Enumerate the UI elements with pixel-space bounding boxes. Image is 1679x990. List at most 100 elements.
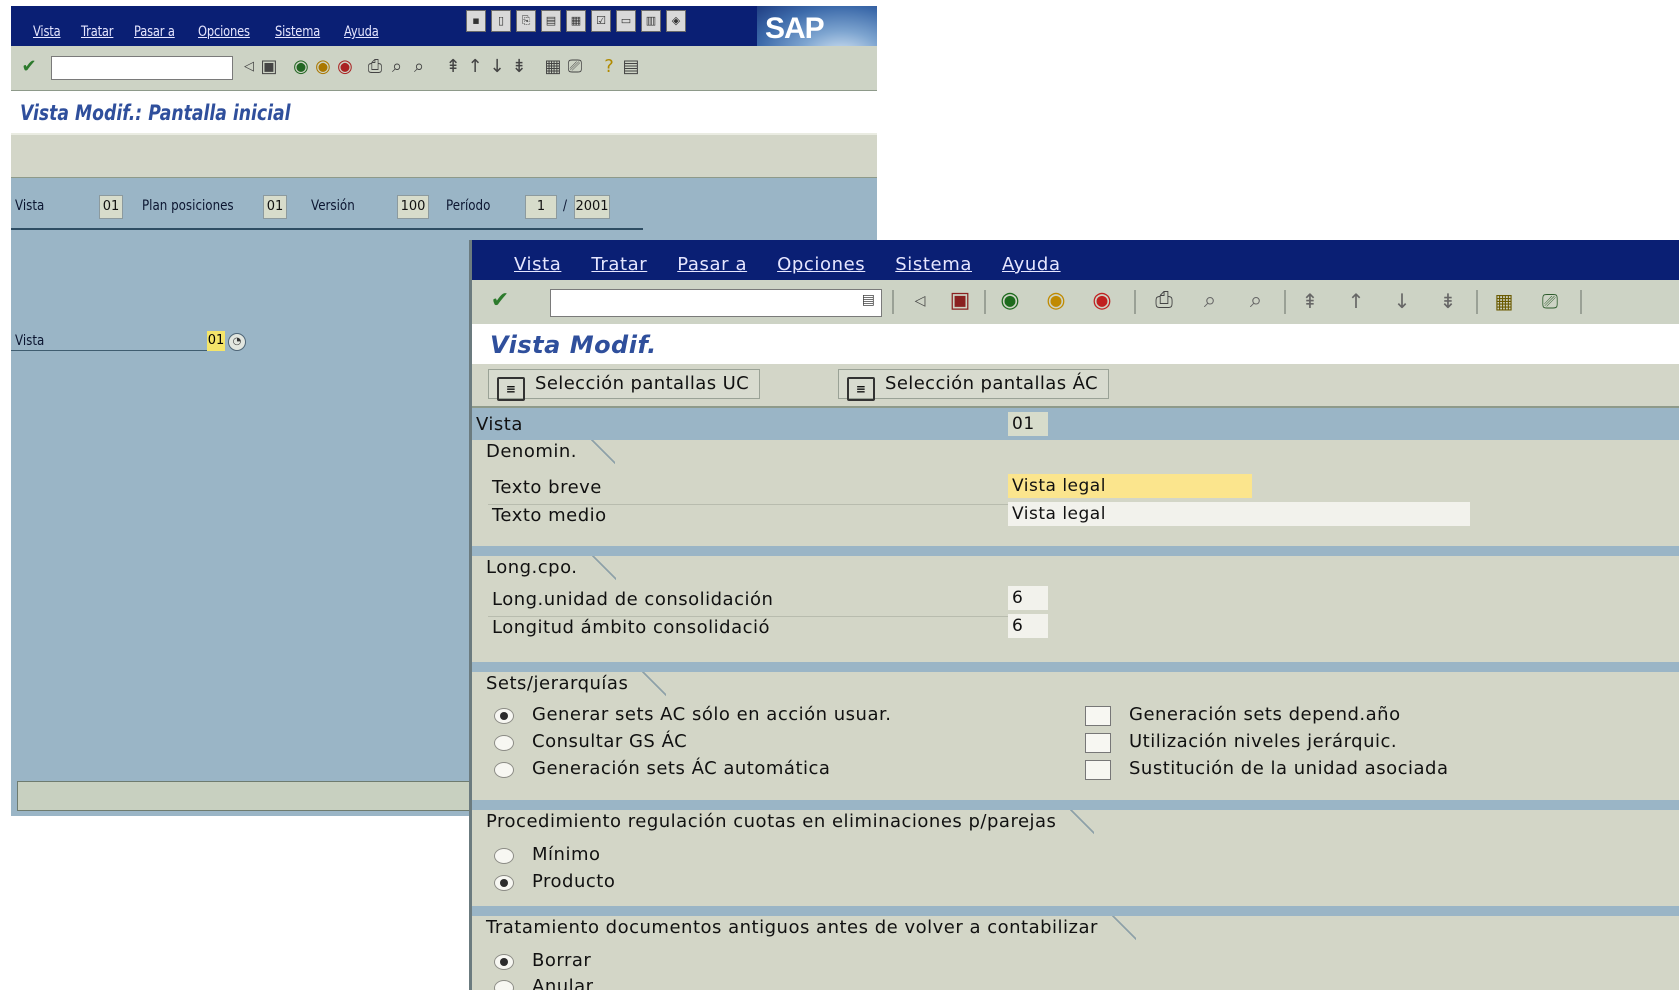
help-icon[interactable]: ? <box>597 55 621 79</box>
periodo-separator: / <box>563 198 568 214</box>
menu-sistema[interactable]: Sistema <box>275 24 320 40</box>
command-field[interactable]: ▤ <box>550 289 882 317</box>
procedimiento-group: Procedimiento regulación cuotas en elimi… <box>472 810 1679 906</box>
shortcut-icon[interactable]: ⎚ <box>1538 289 1562 313</box>
menu-pasar-a[interactable]: Pasar a <box>677 254 747 275</box>
page-title: Vista Modif.: Pantalla inicial <box>20 101 291 125</box>
texto-medio-input[interactable]: Vista legal <box>1008 502 1470 526</box>
check-icon[interactable]: ☑ <box>591 10 611 32</box>
menu-tratar[interactable]: Tratar <box>591 254 647 275</box>
checkbox-utilizacion-niveles[interactable] <box>1085 733 1111 753</box>
command-history-icon[interactable]: ▤ <box>862 292 875 308</box>
back-icon[interactable]: ◉ <box>289 55 313 79</box>
find-next-icon[interactable]: ⌕ <box>407 55 431 79</box>
find-icon[interactable]: ⌕ <box>385 55 409 79</box>
menu-ayuda[interactable]: Ayuda <box>1002 254 1061 275</box>
menu-ayuda[interactable]: Ayuda <box>344 24 379 40</box>
layout-icon[interactable]: ▤ <box>541 10 561 32</box>
save-icon[interactable]: ▣ <box>257 55 281 79</box>
vista-input[interactable]: 01 <box>207 331 225 351</box>
radio-minimo[interactable] <box>494 848 514 864</box>
report-icon[interactable]: ▥ <box>641 10 661 32</box>
next-page-icon[interactable]: ↓ <box>1390 289 1414 313</box>
search-help-icon[interactable]: ◔ <box>228 333 246 351</box>
menu-tratar[interactable]: Tratar <box>81 24 114 40</box>
layout-icon[interactable]: ▤ <box>619 55 643 79</box>
cancel-icon[interactable]: ◉ <box>1090 289 1114 313</box>
enter-icon[interactable]: ✔ <box>488 289 512 313</box>
first-page-icon[interactable]: ⇞ <box>441 55 465 79</box>
tratamiento-group: Tratamiento documentos antiguos antes de… <box>472 916 1679 990</box>
radio-generar-sets-ac-label: Generar sets AC sólo en acción usuar. <box>532 704 892 725</box>
menu-vista[interactable]: Vista <box>514 254 561 275</box>
print-icon[interactable]: ⎙ <box>363 55 387 79</box>
procedimiento-title: Procedimiento regulación cuotas en elimi… <box>476 810 1095 834</box>
toolbar-separator <box>1134 290 1136 314</box>
exit-icon[interactable]: ◉ <box>1044 289 1068 313</box>
first-page-icon[interactable]: ⇞ <box>1298 289 1322 313</box>
next-page-icon[interactable]: ↓ <box>485 55 509 79</box>
page-title: Vista Modif. <box>490 331 657 359</box>
texto-medio-label: Texto medio <box>492 505 607 526</box>
sets-jerarquias-group: Sets/jerarquías Generar sets AC sólo en … <box>472 672 1679 800</box>
radio-consultar-gs-ac[interactable] <box>494 735 514 751</box>
print-icon[interactable]: ⎙ <box>1152 289 1176 313</box>
checkbox-utilizacion-niveles-label: Utilización niveles jerárquic. <box>1129 731 1398 752</box>
save-icon[interactable]: ▣ <box>948 289 972 313</box>
star-icon[interactable]: ◈ <box>666 10 686 32</box>
last-page-icon[interactable]: ⇟ <box>507 55 531 79</box>
new-session-icon[interactable]: ▦ <box>1492 289 1516 313</box>
enter-icon[interactable]: ✔ <box>17 55 41 79</box>
radio-consultar-gs-ac-label: Consultar GS ÁC <box>532 731 688 752</box>
standard-toolbar: ✔ ◁ ▣ ◉ ◉ ◉ ⎙ ⌕ ⌕ ⇞ ↑ ↓ ⇟ ▦ ⎚ ? ▤ <box>11 46 877 91</box>
cancel-icon[interactable]: ◉ <box>333 55 357 79</box>
command-field[interactable] <box>51 56 233 80</box>
application-toolbar: ≡ Selección pantallas UC ≡ Selección panta… <box>472 364 1679 408</box>
last-page-icon[interactable]: ⇟ <box>1436 289 1460 313</box>
long-unidad-label: Long.unidad de consolidación <box>492 589 774 610</box>
back-arrow-icon[interactable]: ◁ <box>908 289 932 313</box>
menu-sistema[interactable]: Sistema <box>895 254 972 275</box>
checkbox-generacion-sets-depend-ano[interactable] <box>1085 706 1111 726</box>
texto-breve-input[interactable]: Vista legal <box>1008 474 1252 498</box>
shortcut-icon[interactable]: ⎚ <box>563 55 587 79</box>
texto-breve-label: Texto breve <box>492 477 602 498</box>
radio-anular[interactable] <box>494 980 514 990</box>
find-icon[interactable]: ⌕ <box>1198 289 1222 313</box>
shortcut-icon[interactable]: ⎘ <box>516 10 536 32</box>
radio-generar-sets-ac[interactable] <box>494 708 514 724</box>
prev-page-icon[interactable]: ↑ <box>463 55 487 79</box>
radio-anular-label: Anular <box>532 976 594 990</box>
toolbar-separator <box>1284 290 1286 314</box>
checkbox-sustitucion-unidad-label: Sustitución de la unidad asociada <box>1129 758 1449 779</box>
menu-opciones[interactable]: Opciones <box>777 254 865 275</box>
radio-borrar[interactable] <box>494 954 514 970</box>
version-label: Versión <box>311 198 355 214</box>
back-icon[interactable]: ◉ <box>998 289 1022 313</box>
long-cpo-group: Long.cpo. Long.unidad de consolidación 6… <box>472 556 1679 662</box>
denomin-title: Denomin. <box>476 440 616 464</box>
seleccion-pantallas-uc-button[interactable]: ≡ Selección pantallas UC <box>488 369 761 401</box>
grid-icon[interactable]: ▦ <box>566 10 586 32</box>
exit-icon[interactable]: ◉ <box>311 55 335 79</box>
checkbox-sustitucion-unidad[interactable] <box>1085 760 1111 780</box>
long-ambito-input[interactable]: 6 <box>1008 614 1048 638</box>
radio-producto[interactable] <box>494 875 514 891</box>
radio-generacion-sets-automatica[interactable] <box>494 762 514 778</box>
new-session-icon[interactable]: ▦ <box>541 55 565 79</box>
menu-pasar-a[interactable]: Pasar a <box>134 24 175 40</box>
vista-field-label: Vista <box>15 333 45 349</box>
new-session-icon[interactable]: ▯ <box>491 10 511 32</box>
periodo-label: Período <box>446 198 491 214</box>
doc-icon[interactable]: ▭ <box>616 10 636 32</box>
menu-vista[interactable]: Vista <box>33 24 61 40</box>
prev-page-icon[interactable]: ↑ <box>1344 289 1368 313</box>
version-value: 100 <box>397 195 429 219</box>
title-bar: Vista Modif. <box>472 324 1679 364</box>
long-unidad-input[interactable]: 6 <box>1008 586 1048 610</box>
find-next-icon[interactable]: ⌕ <box>1244 289 1268 313</box>
window-icon[interactable]: ▪ <box>466 10 486 32</box>
seleccion-pantallas-ac-button[interactable]: ≡ Selección pantallas ÁC <box>838 369 1109 401</box>
menu-opciones[interactable]: Opciones <box>198 24 250 40</box>
menu-bar: Vista Tratar Pasar a Opciones Sistema Ay… <box>472 240 1679 280</box>
